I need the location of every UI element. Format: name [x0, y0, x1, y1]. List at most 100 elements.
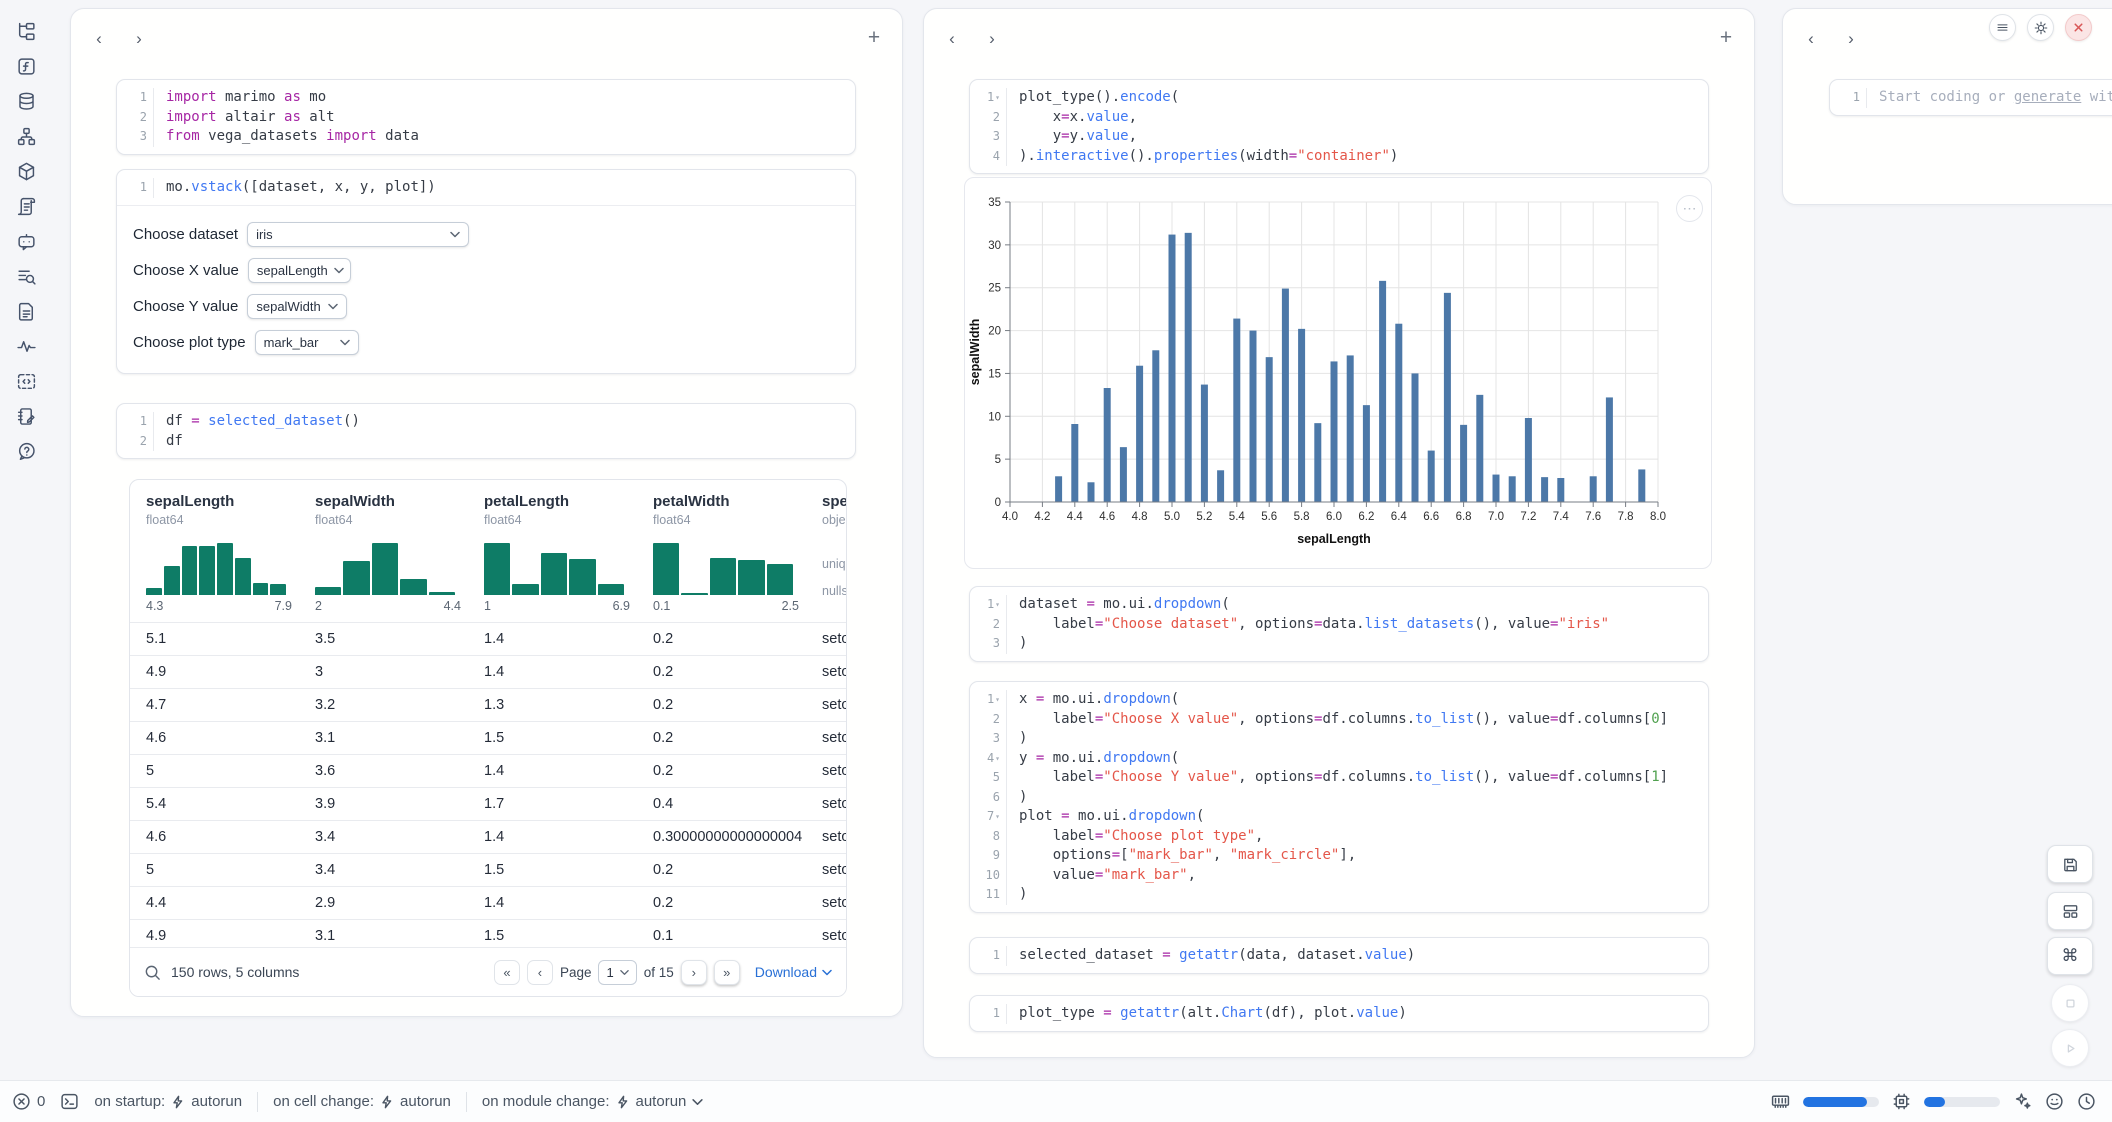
code-editor[interactable]: 1 Start coding or generate with AI	[1830, 80, 2112, 115]
settings-button[interactable]	[2027, 14, 2054, 41]
variables-button[interactable]	[8, 51, 44, 81]
chart-bar[interactable]	[1104, 388, 1111, 502]
code-line[interactable]: 1plot_type = getattr(alt.Chart(df), plot…	[970, 1004, 1708, 1024]
chart-bar[interactable]	[1557, 478, 1564, 502]
column-histogram[interactable]	[315, 537, 455, 595]
chart-bar[interactable]	[1088, 482, 1095, 502]
code-line[interactable]: 4▾y = mo.ui.dropdown(	[970, 749, 1708, 769]
stop-button[interactable]	[2051, 984, 2089, 1022]
code-editor[interactable]: 1▾x = mo.ui.dropdown(2 label="Choose X v…	[970, 682, 1708, 912]
layout-button[interactable]	[2047, 892, 2093, 930]
code-line[interactable]: 1mo.vstack([dataset, x, y, plot])	[117, 178, 855, 198]
choose-x-value-select[interactable]: sepalLength	[248, 258, 351, 283]
chart-bar[interactable]	[1493, 475, 1500, 502]
chart-bar[interactable]	[1201, 385, 1208, 502]
next-page-button[interactable]: ›	[681, 960, 707, 985]
code-line[interactable]: 3)	[970, 634, 1708, 654]
save-button[interactable]	[2047, 845, 2093, 883]
tracing-button[interactable]	[8, 331, 44, 361]
column-histogram[interactable]	[484, 537, 624, 595]
chart-bar[interactable]	[1509, 476, 1516, 502]
chart-bar[interactable]	[1314, 423, 1321, 502]
code-editor[interactable]: 1mo.vstack([dataset, x, y, plot])	[117, 170, 855, 205]
choose-dataset-select[interactable]: iris	[247, 222, 469, 247]
chart-bar[interactable]	[1136, 366, 1143, 502]
chart-bar[interactable]	[1525, 418, 1532, 502]
column-header[interactable]: petalWidthfloat640.12.5	[637, 492, 806, 617]
help-button[interactable]	[8, 436, 44, 466]
chart-bar[interactable]	[1152, 350, 1159, 502]
chart-bar[interactable]	[1217, 470, 1224, 502]
code-line[interactable]: 1▾x = mo.ui.dropdown(	[970, 690, 1708, 710]
code-line[interactable]: 7▾plot = mo.ui.dropdown(	[970, 807, 1708, 827]
chart-bar[interactable]	[1250, 331, 1257, 502]
code-line[interactable]: 1▾plot_type().encode(	[970, 88, 1708, 108]
chart-bar[interactable]	[1606, 397, 1613, 502]
clock-icon[interactable]	[2077, 1092, 2096, 1111]
last-page-button[interactable]: »	[714, 960, 740, 985]
column-histogram[interactable]	[653, 537, 793, 595]
column-header[interactable]: sepalLengthfloat644.37.9	[130, 492, 299, 617]
chevron-right-icon[interactable]: ›	[980, 27, 1004, 51]
fold-icon[interactable]: ▾	[995, 690, 1000, 710]
table-row[interactable]: 4.931.40.2setosa	[130, 655, 846, 688]
chart-bar[interactable]	[1169, 235, 1176, 502]
chart-bar[interactable]	[1428, 451, 1435, 502]
chart-bar[interactable]	[1412, 373, 1419, 502]
chat-button[interactable]	[8, 226, 44, 256]
chevron-left-icon[interactable]: ‹	[1799, 27, 1823, 51]
code-line[interactable]: 2import altair as alt	[117, 108, 855, 128]
first-page-button[interactable]: «	[494, 960, 520, 985]
column-header[interactable]: petalLengthfloat6416.9	[468, 492, 637, 617]
fold-icon[interactable]: ▾	[995, 807, 1000, 827]
chart-menu-button[interactable]: ⋯	[1676, 195, 1703, 222]
generate-link[interactable]: generate	[2014, 89, 2081, 105]
add-cell-icon[interactable]: +	[861, 25, 887, 51]
chart-bar[interactable]	[1460, 425, 1467, 502]
code-line[interactable]: 1▾dataset = mo.ui.dropdown(	[970, 595, 1708, 615]
error-indicator[interactable]: 0	[12, 1092, 45, 1111]
column-header[interactable]: speciesobjectunique:nulls:	[806, 492, 846, 617]
code-line[interactable]: 1df = selected_dataset()	[117, 412, 855, 432]
sepal-bar-chart[interactable]: 4.04.24.44.64.85.05.25.45.65.86.06.26.46…	[965, 178, 1713, 568]
chart-bar[interactable]	[1185, 233, 1192, 502]
dependencies-button[interactable]	[8, 121, 44, 151]
column-header[interactable]: sepalWidthfloat6424.4	[299, 492, 468, 617]
terminal-button[interactable]	[60, 1092, 79, 1111]
table-row[interactable]: 4.42.91.40.2setosa	[130, 886, 846, 919]
code-editor[interactable]: 1selected_dataset = getattr(data, datase…	[970, 938, 1708, 973]
file-tree-button[interactable]	[8, 16, 44, 46]
table-row[interactable]: 53.41.50.2setosa	[130, 853, 846, 886]
code-line[interactable]: 1import marimo as mo	[117, 88, 855, 108]
code-line[interactable]: 2df	[117, 432, 855, 452]
code-editor[interactable]: 1▾dataset = mo.ui.dropdown(2 label="Choo…	[970, 587, 1708, 661]
table-row[interactable]: 4.93.11.50.1setosa	[130, 919, 846, 947]
code-line[interactable]: 5 label="Choose Y value", options=df.col…	[970, 768, 1708, 788]
chart-bar[interactable]	[1363, 405, 1370, 502]
chart-bar[interactable]	[1444, 293, 1451, 502]
chevron-left-icon[interactable]: ‹	[87, 27, 111, 51]
chart-bar[interactable]	[1395, 324, 1402, 502]
chart-bar[interactable]	[1071, 424, 1078, 502]
column-histogram[interactable]	[146, 537, 286, 595]
chart-bar[interactable]	[1266, 357, 1273, 502]
add-cell-icon[interactable]: +	[1713, 25, 1739, 51]
chart-bar[interactable]	[1590, 476, 1597, 502]
code-line[interactable]: 2 label="Choose X value", options=df.col…	[970, 710, 1708, 730]
code-line[interactable]: 4).interactive().properties(width="conta…	[970, 147, 1708, 167]
snippets-button[interactable]	[8, 366, 44, 396]
table-row[interactable]: 4.63.41.40.30000000000000004setosa	[130, 820, 846, 853]
code-line[interactable]: 10 value="mark_bar",	[970, 866, 1708, 886]
chevron-right-icon[interactable]: ›	[1839, 27, 1863, 51]
choose-y-value-select[interactable]: sepalWidth	[247, 294, 347, 319]
code-line[interactable]: 9 options=["mark_bar", "mark_circle"],	[970, 846, 1708, 866]
datasources-button[interactable]	[8, 86, 44, 116]
code-line[interactable]: 8 label="Choose plot type",	[970, 827, 1708, 847]
code-line[interactable]: 3)	[970, 729, 1708, 749]
table-row[interactable]: 4.73.21.30.2setosa	[130, 688, 846, 721]
scratchpad-button[interactable]	[8, 401, 44, 431]
code-line[interactable]: 11)	[970, 885, 1708, 905]
logs-button[interactable]	[8, 261, 44, 291]
code-line[interactable]: 1selected_dataset = getattr(data, datase…	[970, 946, 1708, 966]
python-icon[interactable]	[2045, 1092, 2064, 1111]
